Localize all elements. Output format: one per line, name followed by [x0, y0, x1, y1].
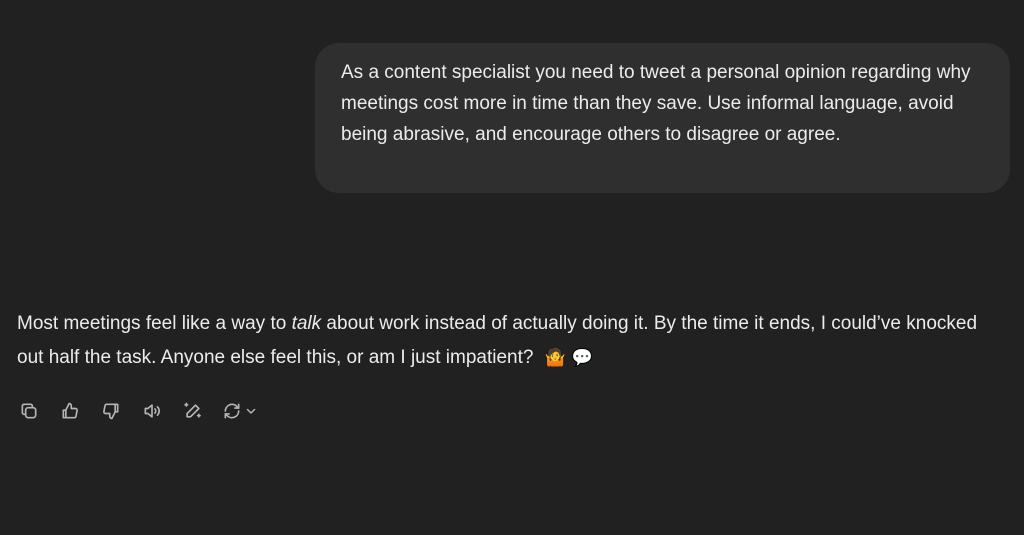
regenerate-icon	[224, 403, 240, 419]
edit-in-canvas-button[interactable]	[181, 399, 205, 423]
bad-response-button[interactable]	[99, 399, 123, 423]
thumbs-up-icon	[62, 402, 78, 419]
edit-icon	[184, 402, 201, 418]
chevron-down-icon	[246, 408, 256, 414]
assistant-text-emphasis: talk	[291, 313, 322, 334]
message-actions-bar	[17, 396, 257, 426]
user-message-bubble: As a content specialist you need to twee…	[315, 43, 1010, 193]
copy-icon	[21, 403, 37, 419]
regenerate-button[interactable]	[222, 399, 257, 423]
assistant-message: Most meetings feel like a way to talk ab…	[17, 307, 1007, 375]
speech-bubble-emoji: 💬	[571, 348, 594, 367]
assistant-text-part1: Most meetings feel like a way to	[17, 313, 292, 334]
chat-page: As a content specialist you need to twee…	[0, 0, 1024, 535]
copy-button[interactable]	[17, 399, 41, 423]
shrug-emoji: 🤷	[544, 348, 566, 367]
user-message-text: As a content specialist you need to twee…	[341, 62, 971, 145]
read-aloud-button[interactable]	[140, 399, 164, 423]
thumbs-down-icon	[103, 403, 119, 420]
good-response-button[interactable]	[58, 399, 82, 423]
read-aloud-icon	[144, 404, 160, 418]
